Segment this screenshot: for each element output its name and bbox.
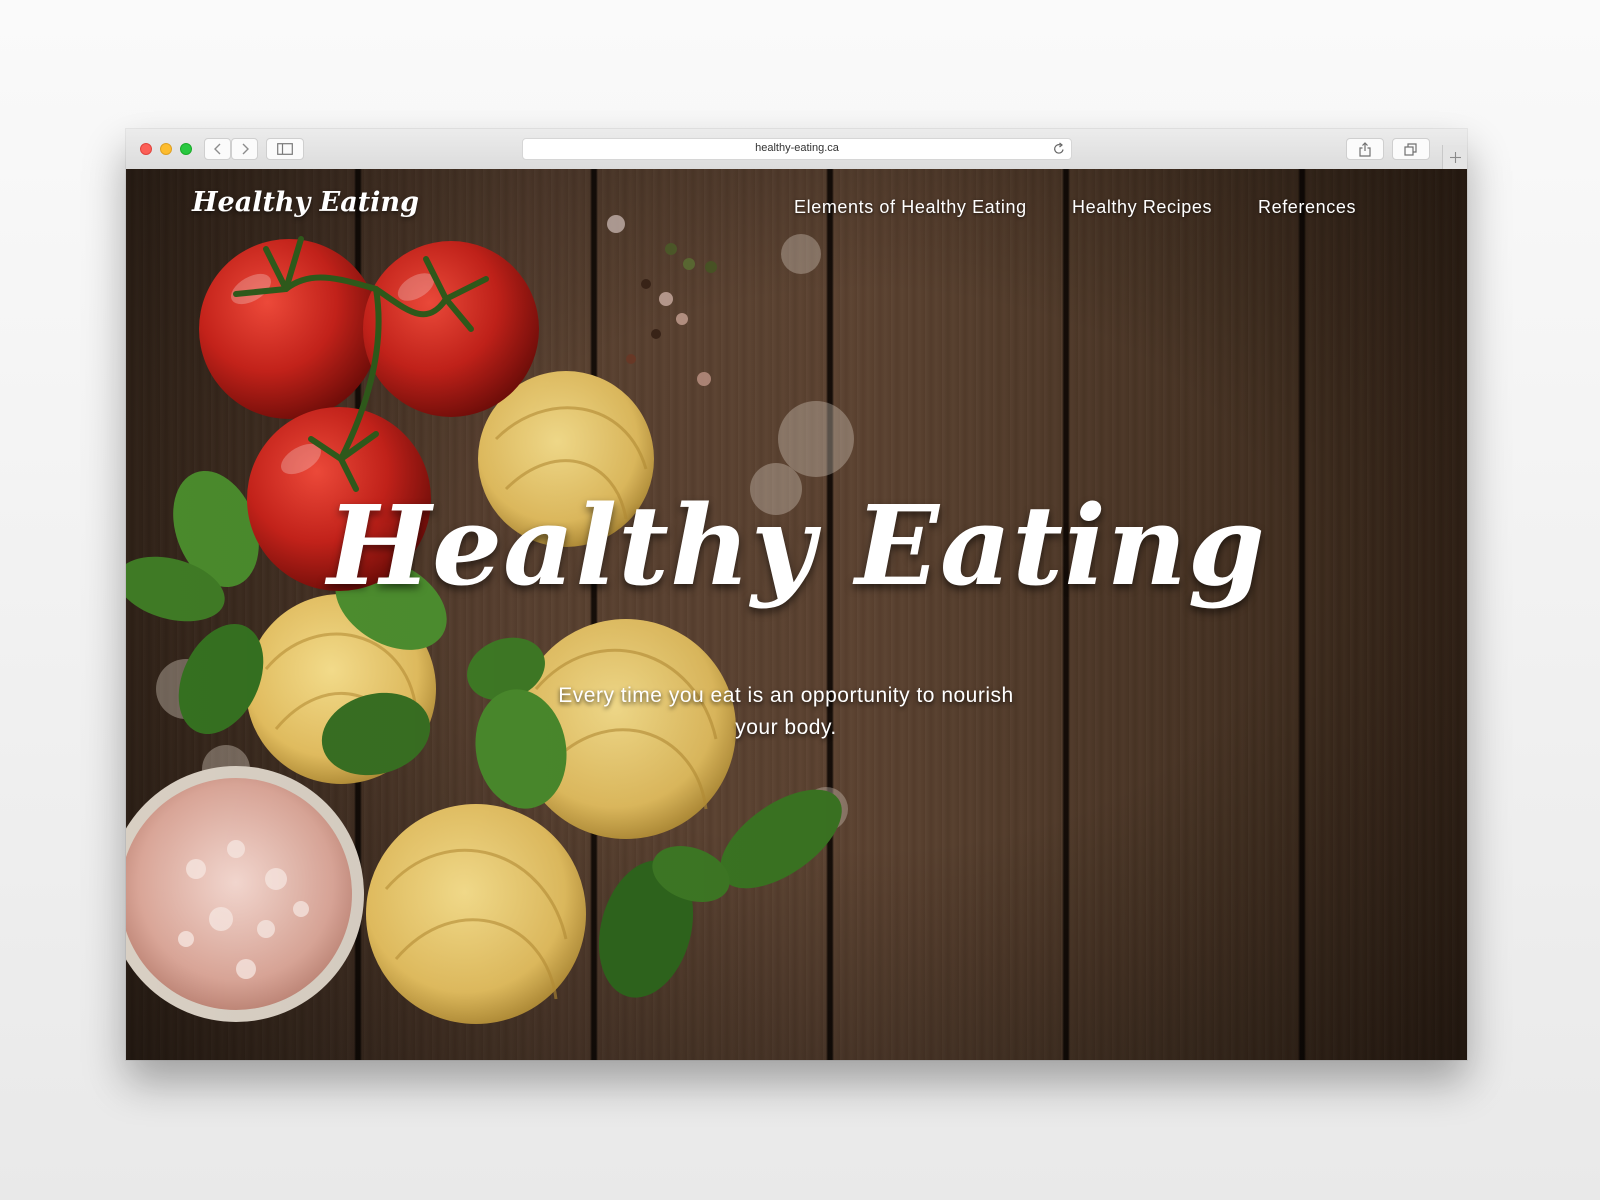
share-button[interactable] (1346, 138, 1384, 160)
hero-title: Healthy Eating (327, 481, 1266, 610)
fullscreen-window-button[interactable] (180, 143, 192, 155)
browser-window: healthy-eating.ca Healthy Eating Element… (126, 129, 1467, 1060)
nav-link-elements[interactable]: Elements of Healthy Eating (794, 197, 1027, 217)
sidebar-toggle-button[interactable] (266, 138, 304, 160)
new-tab-button[interactable] (1442, 145, 1467, 169)
hero-food-image (126, 169, 1467, 1060)
minimize-window-button[interactable] (160, 143, 172, 155)
browser-toolbar: healthy-eating.ca (126, 129, 1467, 170)
nav-link-references[interactable]: References (1258, 197, 1356, 217)
nav-item-elements[interactable]: Elements of Healthy Eating (794, 197, 1027, 218)
plus-icon (1449, 151, 1461, 163)
back-button[interactable] (204, 138, 231, 160)
address-url: healthy-eating.ca (755, 142, 839, 154)
address-bar[interactable]: healthy-eating.ca (522, 138, 1072, 160)
back-arrow-icon (213, 143, 220, 155)
page-viewport: Healthy Eating Elements of Healthy Eatin… (126, 169, 1467, 1060)
close-window-button[interactable] (140, 143, 152, 155)
tabs-icon (1404, 142, 1417, 156)
nav-item-recipes[interactable]: Healthy Recipes (1072, 197, 1212, 218)
reload-icon[interactable] (1053, 142, 1065, 155)
nav-link-recipes[interactable]: Healthy Recipes (1072, 197, 1212, 217)
tabs-overview-button[interactable] (1392, 138, 1430, 160)
share-icon (1359, 141, 1371, 157)
nav-item-references[interactable]: References (1258, 197, 1356, 218)
hero-subtitle: Every time you eat is an opportunity to … (558, 684, 1014, 739)
forward-arrow-icon (242, 143, 249, 155)
sidebar-icon (277, 143, 293, 155)
forward-button[interactable] (231, 138, 258, 160)
site-logo[interactable]: Healthy Eating (192, 187, 419, 218)
